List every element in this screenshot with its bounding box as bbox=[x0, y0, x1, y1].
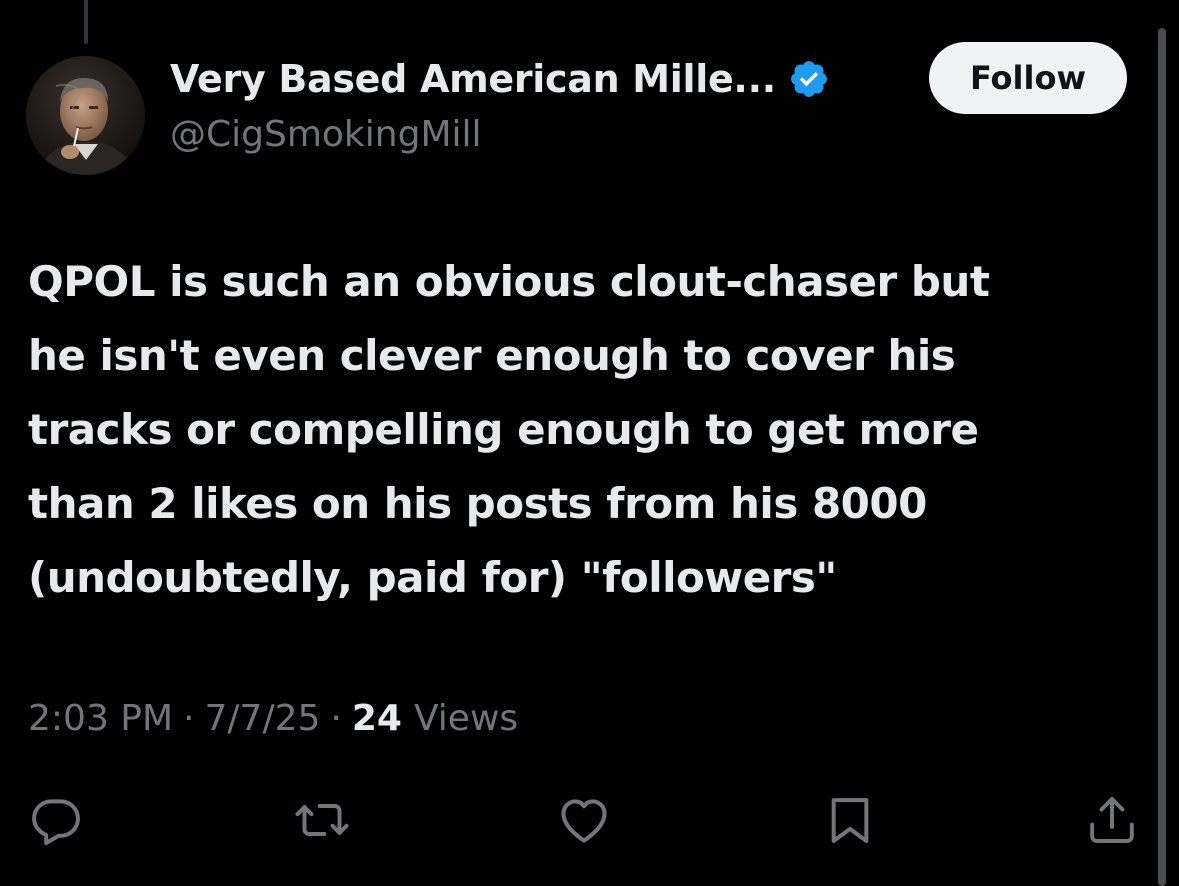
tweet-text-line: (undoubtedly, paid for) "followers" bbox=[28, 553, 837, 602]
share-button[interactable] bbox=[1082, 790, 1142, 850]
author-name-row[interactable]: Very Based American Mille... bbox=[170, 52, 830, 106]
views-count[interactable]: 24 bbox=[352, 698, 402, 739]
author-handle[interactable]: @CigSmokingMill bbox=[170, 114, 482, 155]
reply-icon bbox=[32, 799, 80, 846]
meta-separator: · bbox=[183, 697, 195, 739]
tweet-meta: 2:03 PM · 7/7/25 · 24 Views bbox=[28, 690, 518, 746]
verified-badge-icon bbox=[788, 58, 830, 100]
like-button[interactable] bbox=[554, 790, 614, 850]
avatar[interactable] bbox=[26, 56, 145, 175]
scrollbar[interactable] bbox=[1158, 28, 1166, 886]
tweet-text-line: than 2 likes on his posts from his 8000 bbox=[28, 479, 927, 528]
bookmark-icon bbox=[831, 798, 869, 843]
tweet-time[interactable]: 2:03 PM bbox=[28, 698, 173, 739]
heart-icon bbox=[561, 799, 607, 843]
share-icon bbox=[1090, 797, 1134, 843]
bookmark-button[interactable] bbox=[820, 790, 880, 850]
tweet-date[interactable]: 7/7/25 bbox=[205, 698, 321, 739]
repost-button[interactable] bbox=[292, 790, 352, 850]
tweet-text: QPOL is such an obvious clout-chaser but… bbox=[28, 245, 1138, 615]
meta-separator: · bbox=[330, 697, 342, 739]
follow-button[interactable]: Follow bbox=[929, 42, 1127, 114]
tweet-text-line: QPOL is such an obvious clout-chaser but bbox=[28, 257, 990, 306]
tweet-actions-bar bbox=[0, 790, 1179, 850]
thread-connector-line bbox=[84, 0, 88, 44]
repost-icon bbox=[295, 804, 349, 836]
tweet-text-line: he isn't even clever enough to cover his bbox=[28, 331, 956, 380]
author-display-name[interactable]: Very Based American Mille... bbox=[170, 57, 776, 101]
views-label[interactable]: Views bbox=[414, 698, 518, 739]
reply-button[interactable] bbox=[26, 790, 86, 850]
tweet-text-line: tracks or compelling enough to get more bbox=[28, 405, 979, 454]
